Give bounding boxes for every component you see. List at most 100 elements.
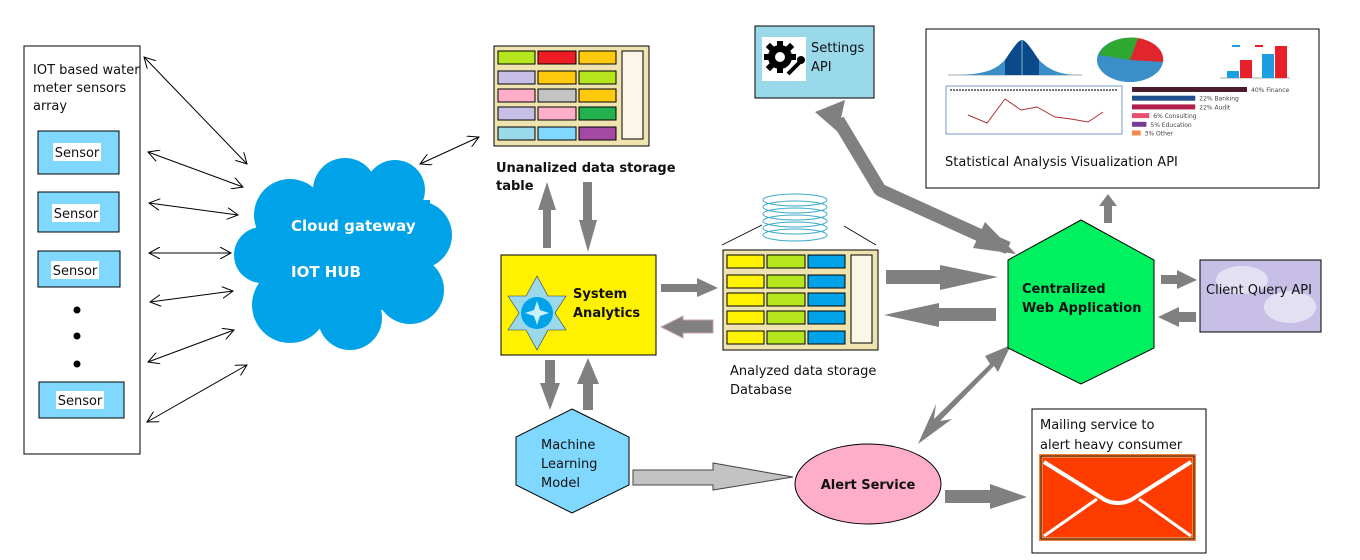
unanalyzed-storage-label-line-2: table bbox=[496, 179, 534, 194]
iot-hub-label: IOT HUB bbox=[291, 263, 361, 281]
arrow-down bbox=[540, 360, 560, 410]
storage-cell bbox=[497, 106, 536, 121]
arrow-right bbox=[632, 462, 794, 491]
arrow-up bbox=[577, 358, 599, 410]
sensor-label: Sensor bbox=[58, 394, 103, 409]
ellipsis-dot bbox=[73, 306, 81, 314]
settings-api-label-line-2: API bbox=[811, 60, 832, 75]
settings-api[interactable]: Settings API bbox=[754, 25, 875, 99]
mailing-service-label-line-2: alert heavy consumer bbox=[1040, 438, 1183, 453]
storage-cell bbox=[807, 310, 846, 325]
stats-api-label: Statistical Analysis Visualization API bbox=[945, 155, 1178, 170]
arrow-right bbox=[1161, 270, 1197, 289]
bidirectional-arrow bbox=[148, 152, 243, 187]
sensor-label: Sensor bbox=[55, 146, 100, 161]
legend-bar-label: 6% Consulting bbox=[1153, 113, 1197, 120]
storage-cell bbox=[766, 292, 806, 307]
arrow-left bbox=[659, 315, 714, 339]
mailing-service-label-line-1: Mailing service to bbox=[1040, 418, 1154, 433]
arrow-right bbox=[886, 265, 998, 290]
storage-cell bbox=[726, 292, 765, 307]
line-chart-thumbnail bbox=[945, 85, 1123, 135]
legend-bar bbox=[1132, 95, 1196, 101]
ml-model-label-line-2: Learning bbox=[541, 457, 597, 472]
sensor-node[interactable]: Sensor bbox=[37, 191, 120, 233]
legend-bar-label: 22% Banking bbox=[1199, 96, 1239, 103]
sensor-label: Sensor bbox=[54, 207, 99, 222]
arrow-down bbox=[579, 182, 597, 252]
stats-visualization-api[interactable]: 40% Finance 22% Banking22% Audit6% Consul… bbox=[925, 28, 1320, 189]
storage-cell bbox=[807, 254, 846, 269]
analyzed-storage-label-line-2: Database bbox=[730, 383, 792, 398]
sensor-node[interactable]: Sensor bbox=[38, 381, 125, 419]
client-query-api-label: Client Query API bbox=[1206, 283, 1312, 298]
system-analytics-label-line-2: Analytics bbox=[573, 306, 640, 321]
envelope-icon bbox=[1039, 454, 1196, 541]
legend-bar bbox=[1132, 104, 1196, 110]
storage-cell bbox=[807, 274, 846, 289]
storage-cell bbox=[537, 126, 577, 141]
unanalyzed-storage-label-line-1: Unanalized data storage bbox=[496, 161, 676, 176]
cloud-gateway-label: Cloud gateway bbox=[291, 217, 416, 235]
ml-model-label-line-1: Machine bbox=[541, 438, 595, 453]
storage-cell bbox=[578, 70, 617, 85]
arrow-right bbox=[661, 278, 718, 297]
storage-cell bbox=[766, 254, 806, 269]
sensor-array-title-line-3: array bbox=[33, 99, 67, 114]
settings-api-label-line-1: Settings bbox=[811, 41, 865, 56]
storage-cell bbox=[766, 310, 806, 325]
storage-cell bbox=[497, 126, 536, 141]
legend-bar bbox=[1132, 121, 1147, 127]
bidirectional-arrow bbox=[148, 330, 234, 362]
arrow-up bbox=[538, 182, 556, 248]
storage-cell bbox=[537, 106, 577, 121]
storage-cell bbox=[497, 88, 536, 103]
cloud-gateway[interactable]: Cloud gateway IOT HUB bbox=[234, 158, 452, 350]
legend-bar-label: 40% Finance bbox=[1251, 87, 1290, 94]
arrow-left bbox=[1158, 307, 1196, 327]
sensor-array-title-line-2: meter sensors bbox=[33, 81, 126, 96]
web-app-label-line-2: Web Application bbox=[1022, 301, 1141, 316]
unanalyzed-storage-table[interactable]: Unanalized data storage table bbox=[493, 45, 676, 194]
alert-service[interactable]: Alert Service bbox=[794, 443, 942, 525]
analyzed-storage-label-line-1: Analyzed data storage bbox=[730, 364, 876, 379]
alert-service-label: Alert Service bbox=[821, 478, 916, 493]
sensor-array-title-line-1: IOT based water bbox=[33, 63, 140, 78]
storage-cell bbox=[726, 330, 765, 345]
storage-cell bbox=[726, 310, 765, 325]
arrow-right bbox=[945, 484, 1027, 509]
analyzed-storage-database[interactable]: Analyzed data storage Database bbox=[721, 193, 879, 398]
client-query-api[interactable]: Client Query API bbox=[1199, 259, 1322, 333]
ml-model[interactable]: Machine Learning Model bbox=[515, 408, 630, 514]
storage-cell bbox=[766, 330, 806, 345]
ellipsis-dot bbox=[73, 332, 81, 340]
storage-cell bbox=[726, 274, 765, 289]
storage-cell bbox=[537, 70, 577, 85]
bidirectional-arrow bbox=[147, 365, 247, 422]
web-app-label-line-1: Centralized bbox=[1022, 282, 1106, 297]
storage-cell bbox=[807, 292, 846, 307]
legend-bar-label: 5% Education bbox=[1150, 122, 1191, 129]
legend-bar bbox=[1132, 87, 1247, 92]
storage-cell bbox=[766, 274, 806, 289]
legend-bar bbox=[1132, 113, 1150, 119]
storage-cell bbox=[807, 330, 846, 345]
legend-bar-label: 3% Other bbox=[1145, 131, 1174, 138]
sensor-node[interactable]: Sensor bbox=[37, 250, 121, 288]
storage-cell bbox=[537, 88, 577, 103]
ellipsis-dot bbox=[73, 360, 81, 368]
legend-bar-label: 22% Audit bbox=[1199, 104, 1231, 111]
storage-cell bbox=[578, 126, 617, 141]
bidirectional-arrow bbox=[420, 137, 479, 164]
system-analytics[interactable]: System Analytics bbox=[500, 254, 657, 356]
legend-bar bbox=[1132, 130, 1141, 136]
cloud-icon bbox=[234, 158, 452, 350]
centralized-web-app[interactable]: Centralized Web Application bbox=[1007, 219, 1155, 385]
storage-scrollbar bbox=[621, 50, 644, 140]
storage-cell bbox=[497, 50, 536, 65]
sensor-label: Sensor bbox=[53, 264, 98, 279]
mailing-service[interactable]: Mailing service to alert heavy consumer bbox=[1031, 408, 1207, 554]
database-stack-icon bbox=[762, 193, 828, 242]
ml-model-label-line-3: Model bbox=[541, 476, 580, 491]
sensor-node[interactable]: Sensor bbox=[37, 130, 120, 175]
